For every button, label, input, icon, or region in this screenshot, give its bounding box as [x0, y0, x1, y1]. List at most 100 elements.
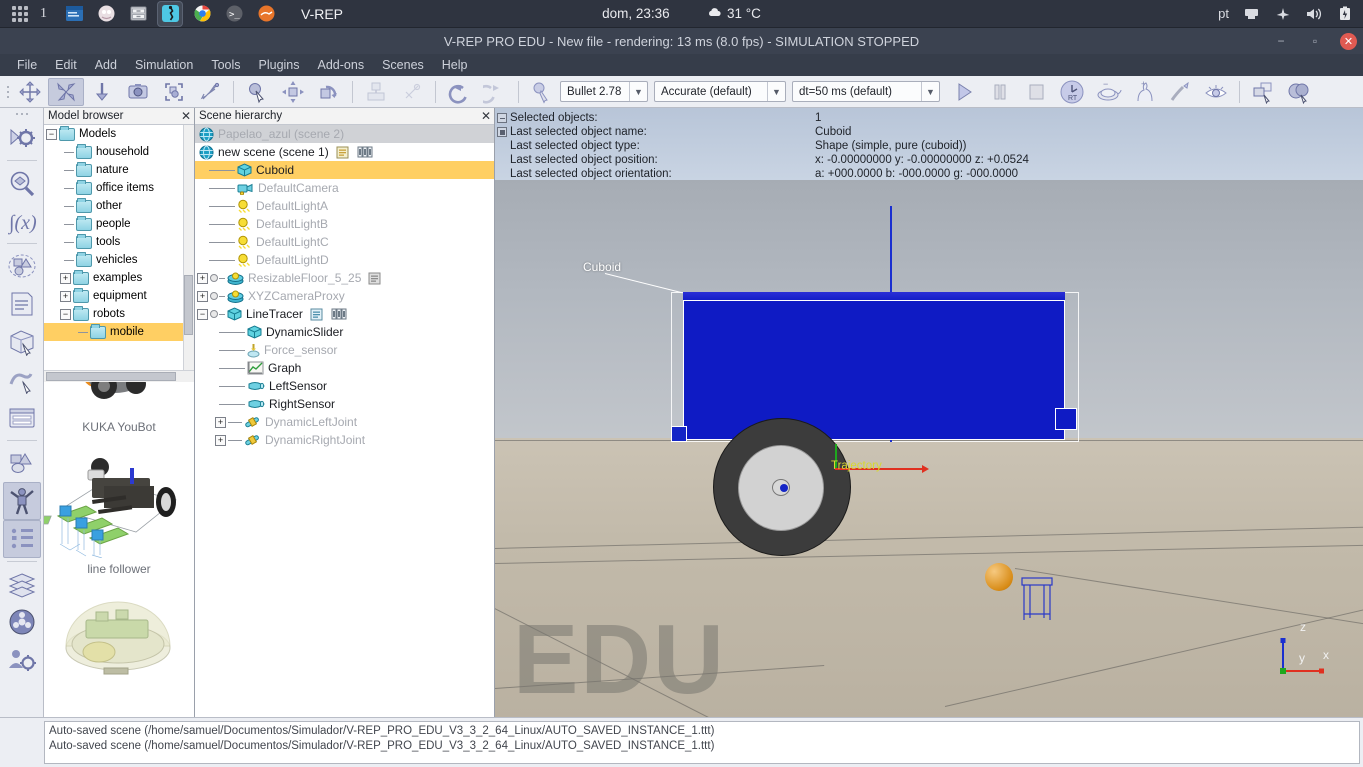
layers-button[interactable] [3, 565, 41, 603]
vtoolbar-grip[interactable] [15, 113, 28, 115]
undo-button[interactable] [441, 78, 477, 106]
camera-rotate-button[interactable] [311, 78, 347, 106]
close-icon[interactable]: ✕ [181, 109, 191, 123]
scene-hierarchy-item-resizablefloor-5-25[interactable]: + ResizableFloor_5_25 [195, 269, 494, 287]
start-simulation-button[interactable] [946, 78, 982, 106]
maximize-button[interactable]: ▫ [1306, 32, 1324, 50]
slow-down-button[interactable]: − [1090, 78, 1126, 106]
model-browser-item-nature[interactable]: nature [44, 161, 194, 179]
chevron-down-icon[interactable]: ▼ [921, 82, 939, 101]
model-browser-item-models[interactable]: − Models [44, 125, 194, 143]
toolbar-grip[interactable] [4, 81, 12, 103]
scene-hierarchy-toggle-button[interactable] [2, 520, 41, 558]
model-browser-preview-list[interactable]: KUKA YouBot line follower [44, 382, 194, 745]
menu-item-scenes[interactable]: Scenes [373, 56, 433, 74]
tree-toggle-icon[interactable]: + [215, 416, 226, 428]
menu-item-addons[interactable]: Add-ons [309, 56, 374, 74]
vrep-icon[interactable] [157, 0, 183, 27]
menu-item-simulation[interactable]: Simulation [126, 56, 202, 74]
model-browser-item-mobile[interactable]: mobile [44, 323, 194, 341]
model-collection-button[interactable] [1281, 78, 1317, 106]
scene-hierarchy-item-leftsensor[interactable]: LeftSensor [195, 377, 494, 395]
model-browser-item-office-items[interactable]: office items [44, 179, 194, 197]
minimize-button[interactable]: − [1272, 32, 1290, 50]
scene-hierarchy-item-defaultcamera[interactable]: DefaultCamera [195, 179, 494, 197]
scene-hierarchy-item-cuboid[interactable]: Cuboid [195, 161, 494, 179]
model-browser-item-equipment[interactable]: + equipment [44, 287, 194, 305]
menu-item-tools[interactable]: Tools [202, 56, 249, 74]
object-rotate-button[interactable] [48, 77, 84, 106]
timestep-select[interactable]: dt=50 ms (default) ▼ [792, 81, 940, 102]
menu-item-file[interactable]: File [8, 56, 46, 74]
fit-to-view-button[interactable] [156, 78, 192, 106]
3d-viewport[interactable]: EDU Cuboid Trajectory z y x Selected obj… [495, 108, 1363, 745]
precision-select[interactable]: Accurate (default) ▼ [654, 81, 786, 102]
scene-hierarchy-item-defaultlighta[interactable]: DefaultLightA [195, 197, 494, 215]
unknown-app-icon[interactable] [253, 1, 279, 27]
model-browser-item-robots[interactable]: − robots [44, 305, 194, 323]
page-layout-button[interactable] [1245, 78, 1281, 106]
redo-button[interactable] [477, 78, 513, 106]
archive-manager-icon[interactable] [125, 1, 151, 27]
pause-simulation-button[interactable] [982, 78, 1018, 106]
physics-engine-select[interactable]: Bullet 2.78 ▼ [560, 81, 648, 102]
threaded-rendering-button[interactable] [1162, 78, 1198, 106]
volume-icon[interactable] [1305, 5, 1322, 22]
scene-hierarchy-item-xyzcameraproxy[interactable]: + XYZCameraProxy [195, 287, 494, 305]
tree-toggle-icon[interactable]: − [46, 128, 57, 140]
scene-hierarchy-item-force-sensor[interactable]: Force_sensor [195, 341, 494, 359]
keyboard-layout-indicator[interactable]: pt [1218, 6, 1229, 21]
tree-toggle-icon[interactable]: + [197, 290, 208, 302]
chevron-down-icon[interactable]: ▼ [767, 82, 785, 101]
collections-button[interactable] [3, 247, 41, 285]
menu-item-plugins[interactable]: Plugins [250, 56, 309, 74]
airplane-icon[interactable] [1274, 5, 1291, 22]
status-log[interactable]: Auto-saved scene (/home/samuel/Documento… [44, 721, 1360, 764]
scene-hierarchy-item-dynamicleftjoint[interactable]: + DynamicLeftJoint [195, 413, 494, 431]
scroll-thumb[interactable] [46, 372, 176, 381]
scripts-button[interactable] [3, 285, 41, 323]
assembly-button[interactable] [192, 78, 228, 106]
dynamic-content-button[interactable] [394, 78, 430, 106]
terminal-icon[interactable]: >_ [221, 1, 247, 27]
script-icon[interactable] [368, 272, 382, 285]
collapse-toggle-icon[interactable] [497, 113, 507, 123]
chrome-icon[interactable] [189, 1, 215, 27]
tree-toggle-icon[interactable]: + [197, 272, 208, 284]
page-selector-button[interactable] [358, 78, 394, 106]
expand-toggle-icon[interactable] [497, 127, 507, 137]
scene-hierarchy-item-new-scene-scene-1-[interactable]: new scene (scene 1) [195, 143, 494, 161]
files-icon[interactable] [61, 1, 87, 27]
scene-hierarchy-item-dynamicrightjoint[interactable]: + DynamicRightJoint [195, 431, 494, 449]
battery-icon[interactable] [1336, 5, 1353, 22]
object-drop-button[interactable] [84, 78, 120, 106]
dynamics-toggle-button[interactable] [524, 78, 560, 106]
speed-up-button[interactable]: + [1126, 78, 1162, 106]
video-recorder-button[interactable] [3, 603, 41, 641]
menu-item-help[interactable]: Help [433, 56, 477, 74]
custom-ui-button[interactable] [3, 399, 41, 437]
script-icon[interactable] [310, 308, 324, 321]
pages-icon[interactable] [331, 308, 347, 320]
workspace-number[interactable]: 1 [40, 6, 47, 22]
network-icon[interactable] [1243, 5, 1260, 22]
tree-toggle-icon[interactable]: − [60, 308, 71, 320]
model-browser-item-other[interactable]: other [44, 197, 194, 215]
scene-hierarchy-item-defaultlightb[interactable]: DefaultLightB [195, 215, 494, 233]
gimp-icon[interactable] [93, 1, 119, 27]
app-grid-icon[interactable] [12, 5, 28, 22]
scene-hierarchy-item-papelao-azul-scene-2-[interactable]: Papelao_azul (scene 2) [195, 125, 494, 143]
tree-toggle-icon[interactable]: + [60, 272, 71, 284]
scene-hierarchy-item-defaultlightd[interactable]: DefaultLightD [195, 251, 494, 269]
tree-toggle-icon[interactable]: − [197, 308, 208, 320]
scene-hierarchy-tree[interactable]: Papelao_azul (scene 2) new scene (scene 1… [195, 125, 494, 745]
scene-hierarchy-item-defaultlightc[interactable]: DefaultLightC [195, 233, 494, 251]
menu-item-add[interactable]: Add [86, 56, 126, 74]
object-shift-button[interactable] [12, 78, 48, 106]
model-browser-item-household[interactable]: household [44, 143, 194, 161]
scroll-thumb[interactable] [184, 275, 193, 335]
menu-item-edit[interactable]: Edit [46, 56, 86, 74]
model-browser-item-people[interactable]: people [44, 215, 194, 233]
model-browser-item-tools[interactable]: tools [44, 233, 194, 251]
tree-toggle-icon[interactable]: + [60, 290, 71, 302]
